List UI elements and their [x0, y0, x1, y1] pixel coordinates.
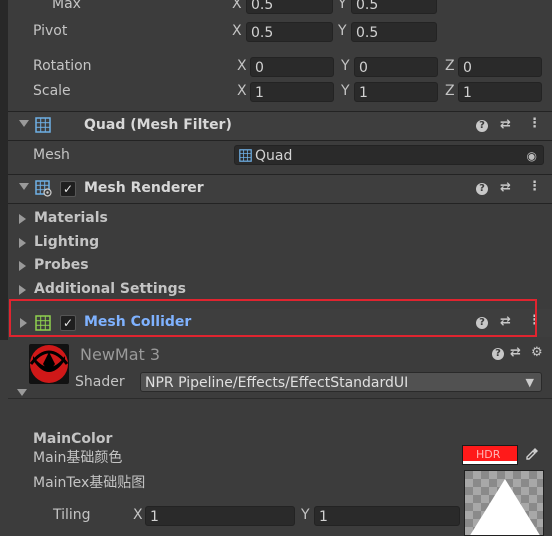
pivot-y-field[interactable]: 0.5 — [351, 22, 437, 42]
chevron-down-icon: ▼ — [525, 376, 534, 389]
presets-icon[interactable]: ⇄ — [500, 117, 511, 132]
eyedropper-icon[interactable] — [525, 447, 539, 461]
max-y-axis: Y — [338, 0, 347, 12]
scale-label: Scale — [33, 83, 71, 99]
pivot-y-axis: Y — [338, 23, 347, 39]
materials-label: Materials — [34, 210, 108, 226]
help-icon[interactable]: ? — [476, 120, 488, 132]
shader-dropdown[interactable]: NPR Pipeline/Effects/EffectStandardUI ▼ — [140, 372, 542, 392]
main-tex-slot[interactable] — [464, 470, 544, 536]
object-picker-icon[interactable]: ◉ — [527, 146, 537, 164]
rotation-x-field[interactable]: 0 — [250, 57, 334, 77]
max-y-field[interactable]: 0.5 — [351, 0, 437, 14]
more-menu-icon[interactable]: ⋮ — [528, 116, 541, 131]
lighting-label: Lighting — [34, 234, 100, 250]
rotation-y-field[interactable]: 0 — [354, 57, 438, 77]
probes-label: Probes — [34, 257, 89, 273]
material-sphere-icon — [29, 345, 69, 383]
probes-foldout[interactable]: Probes — [8, 255, 552, 279]
max-x-axis: X — [232, 0, 242, 12]
foldout-arrow-icon[interactable] — [19, 238, 26, 248]
tiling-x-axis: X — [133, 507, 143, 523]
highlight-box — [9, 299, 537, 337]
scale-z-axis: Z — [445, 83, 455, 99]
texture-preview-triangle — [470, 479, 540, 535]
materials-foldout[interactable]: Materials — [8, 208, 552, 232]
foldout-arrow-icon[interactable] — [17, 389, 27, 396]
separator — [8, 203, 552, 204]
tiling-label: Tiling — [53, 507, 91, 523]
rotation-label: Rotation — [33, 58, 92, 74]
more-menu-icon[interactable]: ⋮ — [528, 179, 541, 194]
tiling-y-field[interactable]: 1 — [314, 506, 460, 526]
main-color-swatch[interactable]: HDR — [462, 445, 518, 465]
foldout-arrow-icon[interactable] — [19, 214, 26, 224]
shader-label: Shader — [75, 374, 125, 390]
max-x-field[interactable]: 0.5 — [246, 0, 333, 14]
mesh-grid-icon — [35, 117, 51, 133]
rotation-z-field[interactable]: 0 — [458, 57, 542, 77]
foldout-arrow-icon[interactable] — [19, 183, 29, 190]
mesh-object-field[interactable]: Quad ◉ — [234, 145, 544, 165]
mesh-renderer-header[interactable]: ✓ Mesh Renderer ? ⇄ ⋮ — [8, 175, 552, 203]
mesh-renderer-icon — [35, 180, 52, 197]
help-icon[interactable]: ? — [492, 348, 504, 360]
foldout-arrow-icon[interactable] — [19, 261, 26, 271]
mesh-filter-title: Quad (Mesh Filter) — [84, 117, 232, 133]
gear-icon[interactable]: ⚙ — [531, 345, 543, 360]
alpha-bar — [463, 461, 517, 464]
mesh-grid-icon — [239, 149, 252, 162]
lighting-foldout[interactable]: Lighting — [8, 232, 552, 256]
help-icon[interactable]: ? — [476, 183, 488, 195]
tiling-y-axis: Y — [301, 507, 310, 523]
mesh-filter-header[interactable]: Quad (Mesh Filter) ? ⇄ ⋮ — [8, 112, 552, 140]
additional-settings-label: Additional Settings — [34, 281, 186, 297]
mesh-label: Mesh — [33, 147, 70, 163]
hdr-badge: HDR — [476, 448, 501, 461]
scale-y-field[interactable]: 1 — [354, 82, 438, 102]
main-color-label: Main基础颜色 — [33, 450, 123, 466]
mesh-renderer-title: Mesh Renderer — [84, 180, 204, 196]
material-preview-icon[interactable] — [29, 344, 69, 384]
rotation-y-axis: Y — [341, 58, 350, 74]
pivot-x-axis: X — [232, 23, 242, 39]
scale-x-field[interactable]: 1 — [250, 82, 334, 102]
presets-icon[interactable]: ⇄ — [510, 345, 521, 360]
scale-z-field[interactable]: 1 — [458, 82, 542, 102]
separator — [8, 140, 552, 141]
material-name: NewMat 3 — [80, 345, 161, 364]
main-color-heading: MainColor — [33, 431, 113, 447]
main-tex-label: MainTex基础贴图 — [33, 475, 146, 491]
mesh-value: Quad — [255, 148, 293, 164]
presets-icon[interactable]: ⇄ — [500, 180, 511, 195]
shader-value: NPR Pipeline/Effects/EffectStandardUI — [145, 375, 409, 391]
scale-y-axis: Y — [341, 83, 350, 99]
left-panel-edge — [0, 0, 8, 340]
rotation-x-axis: X — [237, 58, 247, 74]
material-divider — [8, 398, 552, 399]
pivot-x-field[interactable]: 0.5 — [246, 22, 333, 42]
scale-x-axis: X — [237, 83, 247, 99]
tiling-x-field[interactable]: 1 — [145, 506, 295, 526]
foldout-arrow-icon[interactable] — [19, 120, 29, 127]
pivot-label: Pivot — [33, 23, 68, 39]
foldout-arrow-icon[interactable] — [19, 285, 26, 295]
mesh-renderer-enabled-checkbox[interactable]: ✓ — [60, 181, 76, 197]
rotation-z-axis: Z — [445, 58, 455, 74]
max-label: Max — [52, 0, 81, 12]
